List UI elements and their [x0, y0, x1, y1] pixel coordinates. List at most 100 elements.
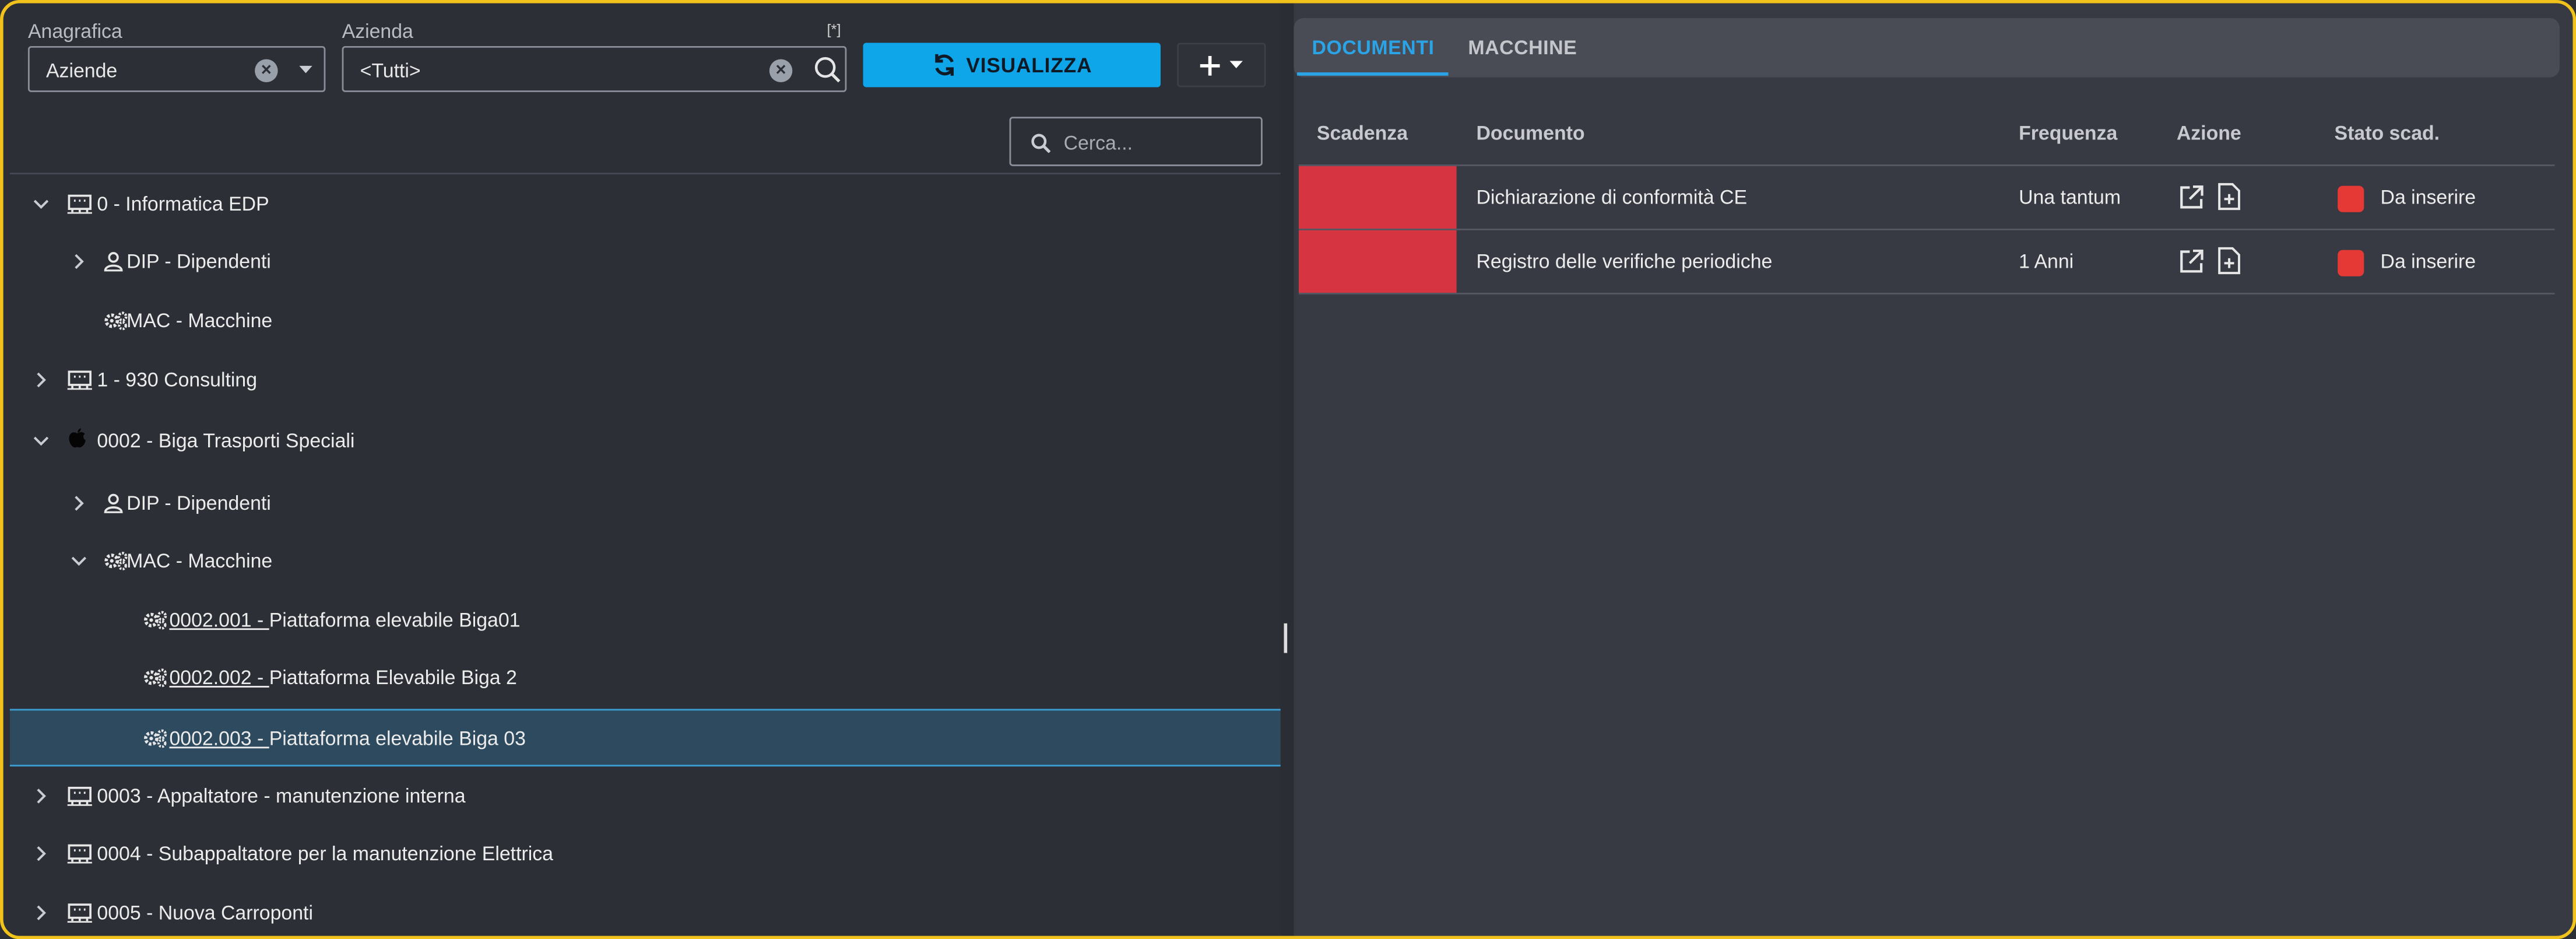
row-divider	[1298, 228, 2555, 230]
tree-item[interactable]: 0002.003 - Piattaforma elevabile Biga 03	[9, 709, 1281, 767]
building-icon	[67, 370, 92, 390]
corner-mark: [*]	[827, 21, 841, 38]
tree-item[interactable]: 0002.001 - Piattaforma elevabile Biga01	[10, 592, 1281, 650]
building-icon	[67, 194, 92, 214]
clear-icon[interactable]: ×	[769, 59, 793, 83]
azienda-label: Azienda	[342, 19, 413, 43]
clear-icon[interactable]: ×	[255, 59, 278, 83]
chevron-right-icon[interactable]	[71, 495, 87, 511]
tree-item-text: Piattaforma Elevabile Biga 2	[269, 666, 517, 689]
tree-item[interactable]: 0003 - Appaltatore - manutenzione intern…	[10, 768, 1281, 826]
status-indicator	[2338, 250, 2364, 276]
documento-cell: Dichiarazione di conformità CE	[1476, 185, 1748, 209]
tree-item-label: MAC - Macchine	[126, 309, 272, 332]
tree-item[interactable]: 1 - 930 Consulting	[10, 352, 1281, 410]
search-icon	[1031, 134, 1051, 153]
tree-item-label: 0005 - Nuova Carroponti	[97, 901, 313, 924]
tree-item-label: 1 - 930 Consulting	[97, 369, 257, 391]
chevron-right-icon[interactable]	[71, 253, 87, 269]
tree-item-text: 0 - Informatica EDP	[97, 192, 269, 216]
tree-item-text: DIP - Dipendenti	[126, 250, 271, 274]
tree-item-code[interactable]: 0002.002 -	[169, 666, 269, 689]
tree-item-text: 0003 - Appaltatore - manutenzione intern…	[97, 784, 466, 808]
stato-cell: Da inserire	[2380, 185, 2476, 209]
tree-item[interactable]: 0005 - Nuova Carroponti	[10, 885, 1281, 936]
search-icon[interactable]	[814, 56, 842, 84]
gears-icon	[104, 551, 128, 571]
tree-item[interactable]: DIP - Dipendenti	[10, 475, 1281, 533]
chevron-down-icon[interactable]	[33, 196, 49, 212]
chevron-down-icon[interactable]	[299, 65, 312, 74]
caret-down-icon	[1229, 61, 1243, 69]
tree-item[interactable]: MAC - Macchine	[10, 293, 1281, 351]
anagrafica-select[interactable]: Aziende ×	[27, 45, 326, 92]
tree-item[interactable]: 0004 - Subappaltatore per la manutenzion…	[10, 826, 1281, 884]
column-header-documento[interactable]: Documento	[1476, 122, 1584, 145]
tree-search-box[interactable]: Cerca...	[1009, 117, 1263, 166]
azienda-input[interactable]: <Tutti> ×	[342, 45, 847, 92]
search-placeholder: Cerca...	[1063, 131, 1133, 155]
tree-item[interactable]: 0002.002 - Piattaforma Elevabile Biga 2	[10, 650, 1281, 707]
left-panel: Anagrafica Aziende × Azienda [*] <Tutti>…	[9, 3, 1281, 936]
visualizza-button[interactable]: VISUALIZZA	[863, 43, 1161, 87]
frequenza-cell: 1 Anni	[2019, 250, 2074, 274]
column-header-azione[interactable]: Azione	[2177, 122, 2241, 145]
building-icon	[67, 786, 92, 806]
tree-item[interactable]: 0 - Informatica EDP	[10, 176, 1281, 234]
tree-item[interactable]: MAC - Macchine	[10, 533, 1281, 591]
tree-item-label: 0 - Informatica EDP	[97, 192, 269, 215]
tree-item-label: 0002.001 - Piattaforma elevabile Biga01	[169, 608, 520, 631]
tree-item-label: 0002.003 - Piattaforma elevabile Biga 03	[169, 727, 525, 749]
tree-item-text: 0004 - Subappaltatore per la manutenzion…	[97, 842, 554, 866]
add-file-icon[interactable]	[2217, 247, 2240, 275]
splitter-handle[interactable]	[1284, 623, 1288, 653]
chevron-down-icon[interactable]	[71, 553, 87, 569]
tree-item-code[interactable]: 0002.001 -	[169, 608, 269, 631]
tree-item-label: DIP - Dipendenti	[126, 492, 271, 514]
plus-icon	[1200, 55, 1220, 75]
add-file-icon[interactable]	[2217, 183, 2240, 211]
tree-item-label: DIP - Dipendenti	[126, 250, 271, 273]
scadenza-cell	[1298, 166, 1457, 229]
building-icon	[67, 844, 92, 864]
apple-icon	[68, 428, 92, 448]
chevron-right-icon[interactable]	[33, 372, 49, 388]
status-indicator	[2338, 185, 2364, 212]
column-header-stato[interactable]: Stato scad.	[2335, 122, 2440, 145]
tree-item[interactable]: DIP - Dipendenti	[10, 233, 1281, 291]
active-tab-indicator	[1297, 72, 1449, 76]
frequenza-cell: Una tantum	[2019, 185, 2121, 209]
tree-item[interactable]: 0002 - Biga Trasporti Speciali	[10, 413, 1281, 471]
refresh-icon	[934, 54, 954, 76]
person-icon	[104, 251, 128, 272]
chevron-right-icon[interactable]	[33, 905, 49, 921]
stato-cell: Da inserire	[2380, 250, 2476, 274]
edit-external-icon[interactable]	[2178, 184, 2205, 211]
add-menu-button[interactable]	[1177, 43, 1266, 87]
tab-documenti[interactable]: DOCUMENTI	[1312, 36, 1434, 59]
tree-item-code[interactable]: 0002.003 -	[169, 727, 269, 749]
column-header-scadenza[interactable]: Scadenza	[1317, 122, 1408, 145]
header-divider	[1298, 164, 2555, 166]
tree-item-text: MAC - Macchine	[126, 549, 273, 573]
azienda-value: <Tutti>	[360, 59, 421, 83]
edit-external-icon[interactable]	[2178, 248, 2205, 275]
panel-splitter[interactable]	[1280, 3, 1294, 936]
tree-item-text: 0002 - Biga Trasporti Speciali	[97, 429, 355, 453]
column-header-frequenza[interactable]: Frequenza	[2019, 122, 2117, 145]
tab-macchine[interactable]: MACCHINE	[1468, 36, 1577, 59]
right-panel: DOCUMENTI MACCHINE Scadenza Documento Fr…	[1294, 3, 2573, 936]
tree-item-text: 1 - 930 Consulting	[97, 368, 258, 392]
gears-icon	[143, 668, 167, 688]
chevron-right-icon[interactable]	[33, 788, 49, 804]
tree-item-label: MAC - Macchine	[126, 549, 272, 572]
visualizza-label: VISUALIZZA	[966, 53, 1092, 77]
chevron-down-icon[interactable]	[33, 433, 49, 449]
building-icon	[67, 903, 92, 923]
app-window: Anagrafica Aziende × Azienda [*] <Tutti>…	[0, 0, 2576, 939]
tree-item-text: DIP - Dipendenti	[126, 492, 271, 515]
gears-icon	[143, 728, 167, 748]
scadenza-cell	[1298, 230, 1457, 293]
chevron-right-icon[interactable]	[33, 846, 49, 862]
tree-item-text: 0005 - Nuova Carroponti	[97, 901, 314, 924]
